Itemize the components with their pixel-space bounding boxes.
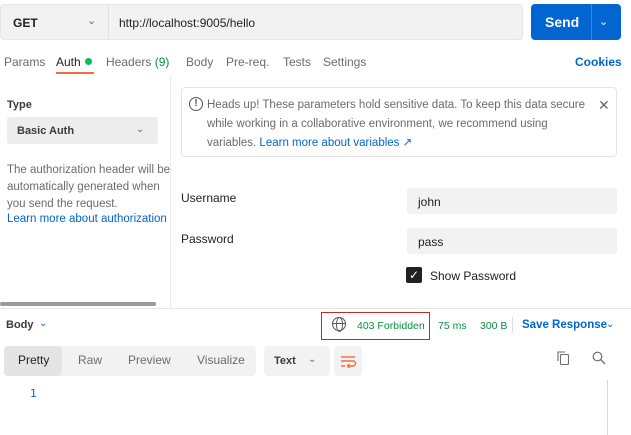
password-value: pass: [418, 235, 444, 249]
tab-headers[interactable]: Headers (9): [106, 55, 169, 69]
cookies-link[interactable]: Cookies: [575, 55, 622, 69]
url-input[interactable]: http://localhost:9005/hello: [119, 16, 255, 30]
username-label: Username: [181, 191, 237, 205]
chevron-down-icon: ⌄: [87, 15, 97, 27]
view-visualize[interactable]: Visualize: [197, 353, 245, 367]
password-field[interactable]: pass: [407, 228, 617, 254]
response-time[interactable]: 75 ms: [438, 320, 467, 332]
tab-prereq[interactable]: Pre-req.: [226, 55, 269, 69]
tab-body[interactable]: Body: [186, 55, 213, 69]
active-tab-indicator: [56, 72, 94, 74]
tab-auth[interactable]: Auth: [56, 55, 92, 69]
auth-type-label: Type: [7, 99, 32, 111]
line-number: 1: [30, 387, 37, 400]
sensitive-data-warning: ! Heads up! These parameters hold sensit…: [181, 87, 617, 157]
response-size[interactable]: 300 B: [480, 320, 507, 332]
method-label: GET: [13, 16, 38, 30]
send-divider: [591, 4, 592, 40]
tab-auth-label: Auth: [56, 55, 81, 69]
wrap-icon: [341, 356, 357, 369]
chevron-down-icon[interactable]: ⌄: [606, 319, 614, 330]
copy-icon[interactable]: [557, 351, 569, 365]
editor-scrollbar[interactable]: [607, 380, 608, 435]
send-label: Send: [545, 14, 580, 30]
tab-settings[interactable]: Settings: [323, 55, 366, 69]
view-pretty[interactable]: Pretty: [18, 353, 49, 367]
tab-tests[interactable]: Tests: [283, 55, 311, 69]
info-icon: !: [189, 97, 203, 111]
pane-separator[interactable]: [0, 308, 631, 309]
status-code[interactable]: 403 Forbidden: [357, 320, 425, 332]
send-button[interactable]: Send ⌄: [531, 4, 621, 40]
url-bar: GET ⌄ http://localhost:9005/hello: [0, 4, 523, 40]
chevron-down-icon[interactable]: ⌄: [599, 15, 608, 28]
show-password-label: Show Password: [430, 269, 517, 283]
format-value: Text: [274, 355, 296, 367]
auth-type-select[interactable]: Basic Auth ⌄: [7, 117, 158, 144]
tab-headers-label: Headers: [106, 55, 152, 69]
horizontal-scrollbar[interactable]: [0, 302, 156, 306]
tab-params[interactable]: Params: [4, 55, 45, 69]
save-response-button[interactable]: Save Response: [522, 319, 607, 331]
learn-variables-link[interactable]: Learn more about variables ↗: [259, 137, 412, 149]
format-select[interactable]: Text ⌄: [264, 346, 330, 376]
divider: [512, 317, 513, 333]
search-icon[interactable]: [592, 351, 606, 365]
wrap-lines-button[interactable]: [334, 346, 362, 376]
auth-description: The authorization header will be automat…: [7, 164, 171, 210]
view-raw[interactable]: Raw: [78, 353, 102, 367]
active-dot-icon: [84, 58, 92, 65]
chevron-down-icon: ⌄: [136, 124, 145, 135]
auth-type-value: Basic Auth: [17, 125, 75, 137]
view-preview[interactable]: Preview: [128, 353, 171, 367]
learn-auth-link[interactable]: Learn more about authorization: [7, 213, 167, 225]
username-value: john: [418, 195, 441, 209]
method-select[interactable]: GET ⌄: [1, 5, 109, 39]
chevron-down-icon: ⌄: [308, 354, 317, 365]
chevron-down-icon[interactable]: ⌄: [39, 318, 47, 329]
show-password-checkbox[interactable]: ✓: [406, 267, 422, 283]
username-field[interactable]: john: [407, 188, 617, 214]
close-icon[interactable]: ✕: [598, 97, 610, 114]
response-body-tab[interactable]: Body: [6, 319, 34, 331]
password-label: Password: [181, 232, 234, 246]
warning-text: Heads up! These parameters hold sensitiv…: [207, 96, 597, 153]
headers-count: (9): [154, 55, 170, 69]
